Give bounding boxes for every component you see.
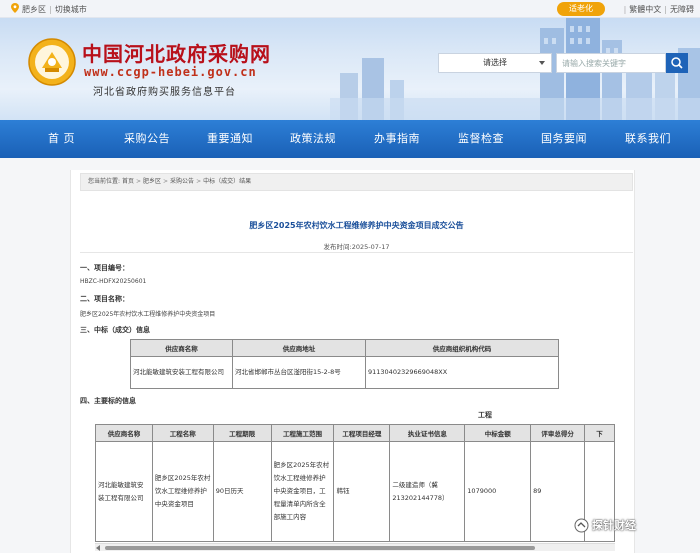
watermark-text: 探针财经 (592, 519, 636, 532)
nav-supervision[interactable]: 监督检查 (458, 120, 504, 158)
breadcrumb-district[interactable]: 肥乡区 (143, 178, 161, 185)
site-title: 中国河北政府采购网 (82, 42, 271, 66)
site-subtitle: 河北省政府购买服务信息平台 (93, 87, 236, 98)
nav-procurement-notices[interactable]: 采购公告 (124, 120, 170, 158)
nav-state-news[interactable]: 国务要闻 (541, 120, 587, 158)
watermark-logo-icon (574, 518, 589, 533)
certificate-cell: 二级建造师（冀213202144778） (389, 441, 466, 542)
horizontal-scrollbar[interactable] (95, 543, 615, 551)
search-category-select[interactable]: 请选择 (438, 53, 552, 73)
site-url: www.ccgp-hebei.gov.cn (84, 65, 257, 79)
supplier-address-cell: 河北省邯郸市丛台区滏阳街15-2-8号 (232, 356, 366, 389)
publish-label: 发布时间: (323, 243, 352, 251)
breadcrumb-current: 中标（成交）结果 (203, 178, 252, 185)
section-project-name: 二、项目名称： (80, 295, 129, 303)
search-icon (671, 57, 683, 69)
publish-date: 2025-07-17 (351, 243, 390, 251)
traditional-chinese-link[interactable]: 繁體中文 (629, 5, 661, 14)
table-header-row: 供应商名称 工程名称 工程期限 工程施工范围 工程项目经理 执业证书信息 中标金… (95, 424, 615, 442)
switch-city-link[interactable]: 切换城市 (55, 5, 87, 14)
table-header: 下 (584, 424, 615, 442)
table-header-row: 供应商名称 供应商地址 供应商组织机构代码 (130, 339, 559, 357)
breadcrumb-home[interactable]: 首页 (122, 178, 134, 185)
table-header: 评审总得分 (530, 424, 586, 442)
nav-home[interactable]: 首 页 (48, 120, 75, 158)
breadcrumb-notices[interactable]: 采购公告 (170, 178, 194, 185)
table-row: 河北能敏建筑安装工程有限公司 肥乡区2025年农村饮水工程维修养护中央资金项目 … (95, 441, 615, 542)
subject-table-scroll-area[interactable]: 供应商名称 工程名称 工程期限 工程施工范围 工程项目经理 执业证书信息 中标金… (95, 424, 615, 549)
nav-important-notices[interactable]: 重要通知 (207, 120, 253, 158)
supplier-table: 供应商名称 供应商地址 供应商组织机构代码 河北能敏建筑安装工程有限公司 河北省… (130, 339, 559, 389)
divider (80, 252, 633, 253)
table-header: 工程名称 (151, 424, 214, 442)
current-location: 肥乡区 (22, 5, 46, 14)
scope-cell: 肥乡区2025年农村饮水工程维修养护中央资金项目，工程量清单内所含全部施工内容 (270, 441, 335, 542)
accessibility-link[interactable]: 无障碍 (670, 5, 694, 14)
amount-cell: 1079000 (464, 441, 532, 542)
search-input[interactable] (556, 53, 666, 73)
table-header: 供应商组织机构代码 (365, 339, 559, 357)
supplier-name-cell: 河北能敏建筑安装工程有限公司 (95, 441, 153, 542)
article-title: 肥乡区2025年农村饮水工程维修养护中央资金项目成交公告 (249, 221, 464, 230)
breadcrumb-prefix: 您当前位置: (88, 178, 121, 185)
search-button[interactable] (666, 53, 688, 73)
scroll-left-arrow-icon[interactable] (96, 545, 100, 551)
table-header: 工程项目经理 (333, 424, 391, 442)
table-header: 中标金额 (464, 424, 532, 442)
table-header: 执业证书信息 (389, 424, 466, 442)
elder-mode-button[interactable]: 适老化 (557, 2, 605, 16)
supplier-code-cell: 91130402329669048XX (365, 356, 559, 389)
project-number-value: HBZC-HDFX20250601 (80, 278, 147, 285)
subject-table: 供应商名称 工程名称 工程期限 工程施工范围 工程项目经理 执业证书信息 中标金… (95, 424, 615, 542)
search-category-value: 请选择 (483, 58, 507, 67)
location-pin-icon (11, 3, 19, 13)
government-emblem-logo (28, 38, 76, 86)
manager-cell: 韩钰 (333, 441, 391, 542)
publish-info: 发布时间:2025-07-17 (80, 241, 633, 251)
top-links: | 繁體中文 | 无障碍 (623, 5, 694, 14)
breadcrumb: 您当前位置: 首页 > 肥乡区 > 采购公告 > 中标（成交）结果 (80, 173, 633, 191)
section-award-info: 三、中标（成交）信息 (80, 326, 150, 334)
table-header: 工程施工范围 (270, 424, 335, 442)
table-header: 工程期限 (212, 424, 272, 442)
supplier-name-cell: 河北能敏建筑安装工程有限公司 (130, 356, 233, 389)
main-nav: 首 页 采购公告 重要通知 政策法规 办事指南 监督检查 国务要闻 联系我们 (0, 120, 700, 158)
project-name-value: 肥乡区2025年农村饮水工程维修养护中央资金项目 (80, 311, 216, 318)
section-subject-info: 四、主要标的信息 (80, 397, 136, 405)
nav-guide[interactable]: 办事指南 (374, 120, 420, 158)
project-name-cell: 肥乡区2025年农村饮水工程维修养护中央资金项目 (151, 441, 214, 542)
location-switcher[interactable]: 肥乡区 | 切换城市 (22, 4, 87, 15)
table-row: 河北能敏建筑安装工程有限公司 河北省邯郸市丛台区滏阳街15-2-8号 91130… (130, 356, 559, 389)
site-header: 中国河北政府采购网 www.ccgp-hebei.gov.cn 河北省政府购买服… (0, 18, 700, 120)
search-bar: 请选择 (438, 53, 690, 73)
duration-cell: 90日历天 (212, 441, 272, 542)
engineering-label: 工程 (478, 411, 492, 419)
nav-contact[interactable]: 联系我们 (625, 120, 671, 158)
top-bar: 肥乡区 | 切换城市 适老化 | 繁體中文 | 无障碍 (0, 0, 700, 18)
table-header: 供应商名称 (130, 339, 233, 357)
table-header: 供应商名称 (95, 424, 153, 442)
nav-policies[interactable]: 政策法规 (290, 120, 336, 158)
scrollbar-thumb[interactable] (105, 546, 535, 550)
table-header: 供应商地址 (232, 339, 366, 357)
section-project-number: 一、项目编号： (80, 264, 129, 272)
chevron-down-icon (539, 61, 545, 65)
